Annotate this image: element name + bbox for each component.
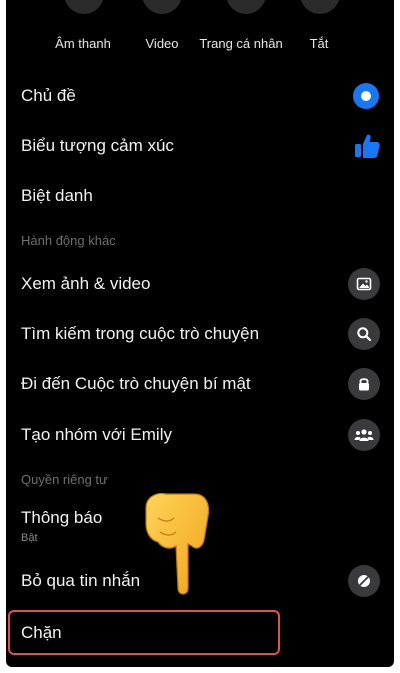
audio-call-button[interactable] [64,0,104,14]
conversation-settings-screen: Âm thanh Video Trang cá nhân Tắt Chủ đề … [6,0,394,667]
theme-circle-icon [353,83,379,109]
group-icon [348,419,380,451]
menu-item-secret-conversation[interactable]: Đi đến Cuộc trò chuyện bí mật [6,359,394,409]
block-highlight-box [8,610,280,655]
profile-button[interactable] [226,0,266,14]
lock-icon [348,368,380,400]
ignore-icon [348,565,380,597]
video-call-label: Video [145,36,179,51]
section-header-privacy: Quyền riêng tư [21,472,108,487]
menu-item-create-group[interactable]: Tạo nhóm với Emily [6,410,394,460]
image-icon [348,268,380,300]
menu-item-label: Chủ đề [21,86,76,105]
search-icon [348,318,380,350]
profile-label: Trang cá nhân [199,36,283,51]
menu-item-label: Tạo nhóm với Emily [21,425,172,444]
menu-item-label: Xem ảnh & video [21,274,151,293]
menu-item-nicknames[interactable]: Biệt danh [6,171,394,221]
menu-item-theme[interactable]: Chủ đề [6,71,394,121]
section-header-more-actions: Hành động khác [21,233,116,248]
audio-call-label: Âm thanh [55,36,111,51]
menu-item-media[interactable]: Xem ảnh & video [6,259,394,309]
top-actions-bar: Âm thanh Video Trang cá nhân Tắt [6,0,394,62]
menu-item-label: Biệt danh [21,186,93,205]
mute-button[interactable] [300,0,340,14]
menu-item-search[interactable]: Tìm kiếm trong cuộc trò chuyện [6,309,394,359]
notifications-status: Bật [21,532,38,544]
menu-item-label: Bỏ qua tin nhắn [21,571,141,590]
thumbs-up-icon [355,134,380,158]
video-call-button[interactable] [142,0,182,14]
menu-item-label: Tìm kiếm trong cuộc trò chuyện [21,324,260,343]
menu-item-label: Biểu tượng cảm xúc [21,136,174,155]
menu-item-emoji[interactable]: Biểu tượng cảm xúc [6,121,394,171]
pointing-hand-icon [145,492,210,595]
mute-label: Tắt [309,36,329,51]
menu-item-label: Đi đến Cuộc trò chuyện bí mật [21,374,251,393]
menu-item-label: Thông báo [21,508,103,527]
